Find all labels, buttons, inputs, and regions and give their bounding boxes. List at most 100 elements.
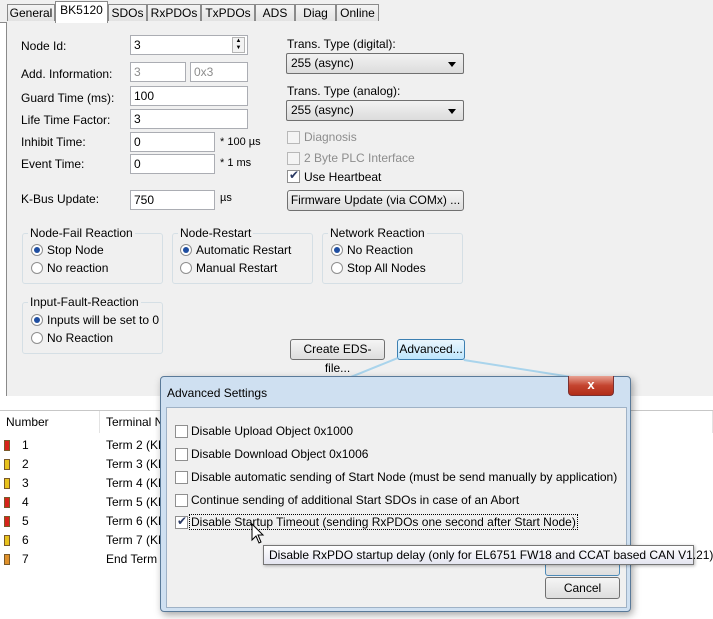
- inhibit-time-unit: * 100 µs: [220, 136, 261, 148]
- advanced-settings-dialog: Advanced Settings x Disable Upload Objec…: [160, 376, 631, 612]
- row-number: 6: [22, 533, 29, 547]
- tab-online[interactable]: Online: [336, 4, 379, 21]
- tab-general[interactable]: General: [7, 4, 55, 21]
- add-info-field-1[interactable]: 3: [130, 62, 186, 82]
- row-terminal: Term 2 (KL: [106, 438, 165, 452]
- trans-analog-select[interactable]: 255 (async): [286, 100, 464, 121]
- checkmark-icon: ✔: [177, 514, 188, 528]
- add-info-field-2[interactable]: 0x3: [190, 62, 248, 82]
- disable-upload-label: Disable Upload Object 0x1000: [191, 424, 354, 438]
- heartbeat-label: Use Heartbeat: [304, 170, 382, 184]
- trans-analog-label: Trans. Type (analog):: [287, 84, 401, 98]
- diagnosis-label: Diagnosis: [304, 130, 357, 144]
- checkmark-icon: ✔: [289, 168, 300, 182]
- heartbeat-checkbox[interactable]: ✔: [287, 168, 300, 183]
- terminal-icon: [4, 478, 10, 489]
- event-time-label: Event Time:: [21, 157, 85, 171]
- row-number: 3: [22, 476, 29, 490]
- no-network-reaction-label: No Reaction: [347, 243, 414, 257]
- guard-time-field[interactable]: 100: [130, 86, 248, 106]
- node-id-field[interactable]: 3 ▲ ▼: [130, 35, 248, 55]
- plc-interface-checkbox[interactable]: [287, 152, 300, 165]
- chevron-down-icon: [448, 109, 456, 114]
- row-terminal: End Term: [106, 552, 158, 566]
- stop-node-label: Stop Node: [47, 243, 104, 257]
- node-restart-title: Node-Restart: [178, 226, 254, 240]
- tab-txpdos[interactable]: TxPDOs: [201, 4, 255, 21]
- disable-startup-timeout-checkbox[interactable]: ✔: [175, 514, 188, 529]
- dialog-body: Disable Upload Object 0x1000 Disable Dow…: [166, 407, 627, 608]
- terminal-icon: [4, 497, 10, 508]
- tab-strip: General BK5120 SDOs RxPDOs TxPDOs ADS Di…: [0, 0, 713, 23]
- kbus-update-unit: µs: [220, 192, 232, 204]
- continue-sdos-label: Continue sending of additional Start SDO…: [191, 493, 520, 507]
- no-reaction-radio[interactable]: [31, 262, 43, 274]
- column-header-number[interactable]: Number: [0, 411, 100, 433]
- row-terminal: Term 5 (KL: [106, 495, 165, 509]
- disable-download-checkbox[interactable]: [175, 448, 188, 461]
- input-no-reaction-label: No Reaction: [47, 331, 114, 345]
- row-terminal: Term 3 (KL: [106, 457, 165, 471]
- input-no-reaction-radio[interactable]: [31, 332, 43, 344]
- trans-digital-label: Trans. Type (digital):: [287, 37, 396, 51]
- stop-all-nodes-radio[interactable]: [331, 262, 343, 274]
- trans-analog-value: 255 (async): [291, 103, 354, 117]
- spin-arrows-icon[interactable]: ▲ ▼: [232, 37, 245, 53]
- kbus-update-field[interactable]: 750: [130, 190, 215, 210]
- guard-time-label: Guard Time (ms):: [21, 91, 115, 105]
- close-icon[interactable]: x: [568, 376, 614, 396]
- event-time-field[interactable]: 0: [130, 154, 215, 174]
- tab-ads[interactable]: ADS: [255, 4, 295, 21]
- automatic-restart-radio[interactable]: [180, 244, 192, 256]
- tab-rxpdos[interactable]: RxPDOs: [147, 4, 201, 21]
- inhibit-time-field[interactable]: 0: [130, 132, 215, 152]
- diagnosis-checkbox[interactable]: [287, 131, 300, 144]
- terminal-icon: [4, 535, 10, 546]
- node-fail-title: Node-Fail Reaction: [28, 226, 135, 240]
- inputs-set-zero-label: Inputs will be set to 0: [47, 313, 160, 327]
- chevron-down-icon: [448, 62, 456, 67]
- event-time-unit: * 1 ms: [220, 157, 252, 169]
- add-info-label: Add. Information:: [21, 67, 113, 81]
- stop-all-nodes-label: Stop All Nodes: [347, 261, 426, 275]
- life-time-field[interactable]: 3: [130, 109, 248, 129]
- disable-startup-timeout-label: Disable Startup Timeout (sending RxPDOs …: [189, 514, 578, 530]
- inhibit-time-label: Inhibit Time:: [21, 135, 86, 149]
- row-number: 2: [22, 457, 29, 471]
- disable-download-label: Disable Download Object 0x1006: [191, 447, 369, 461]
- network-reaction-title: Network Reaction: [328, 226, 427, 240]
- row-terminal: Term 6 (KL: [106, 514, 165, 528]
- inputs-set-zero-radio[interactable]: [31, 314, 43, 326]
- manual-restart-radio[interactable]: [180, 262, 192, 274]
- cancel-button[interactable]: Cancel: [545, 577, 620, 599]
- kbus-update-label: K-Bus Update:: [21, 192, 100, 206]
- disable-start-node-checkbox[interactable]: [175, 471, 188, 484]
- advanced-button[interactable]: Advanced...: [397, 339, 465, 360]
- disable-start-node-label: Disable automatic sending of Start Node …: [191, 470, 618, 484]
- node-restart-group: [172, 233, 313, 284]
- create-eds-button[interactable]: Create EDS-file...: [290, 339, 385, 375]
- terminal-icon: [4, 554, 10, 565]
- terminal-icon: [4, 459, 10, 470]
- disable-upload-checkbox[interactable]: [175, 425, 188, 438]
- tab-diag[interactable]: Diag: [295, 4, 336, 21]
- no-reaction-label: No reaction: [47, 261, 109, 275]
- node-id-label: Node Id:: [21, 39, 67, 53]
- firmware-update-button[interactable]: Firmware Update (via COMx) ...: [287, 190, 464, 211]
- stop-node-radio[interactable]: [31, 244, 43, 256]
- manual-restart-label: Manual Restart: [196, 261, 278, 275]
- input-fault-group: [22, 302, 163, 354]
- tab-bk5120[interactable]: BK5120: [55, 1, 108, 23]
- trans-digital-select[interactable]: 255 (async): [286, 53, 464, 74]
- terminal-icon: [4, 440, 10, 451]
- tooltip: Disable RxPDO startup delay (only for EL…: [263, 545, 713, 565]
- tab-sdos[interactable]: SDOs: [108, 4, 147, 21]
- row-terminal: Term 7 (KL: [106, 533, 165, 547]
- continue-sdos-checkbox[interactable]: [175, 494, 188, 507]
- plc-interface-label: 2 Byte PLC Interface: [304, 151, 415, 165]
- automatic-restart-label: Automatic Restart: [196, 243, 292, 257]
- no-network-reaction-radio[interactable]: [331, 244, 343, 256]
- terminal-icon: [4, 516, 10, 527]
- network-reaction-group: [322, 233, 463, 284]
- input-fault-title: Input-Fault-Reaction: [28, 295, 141, 309]
